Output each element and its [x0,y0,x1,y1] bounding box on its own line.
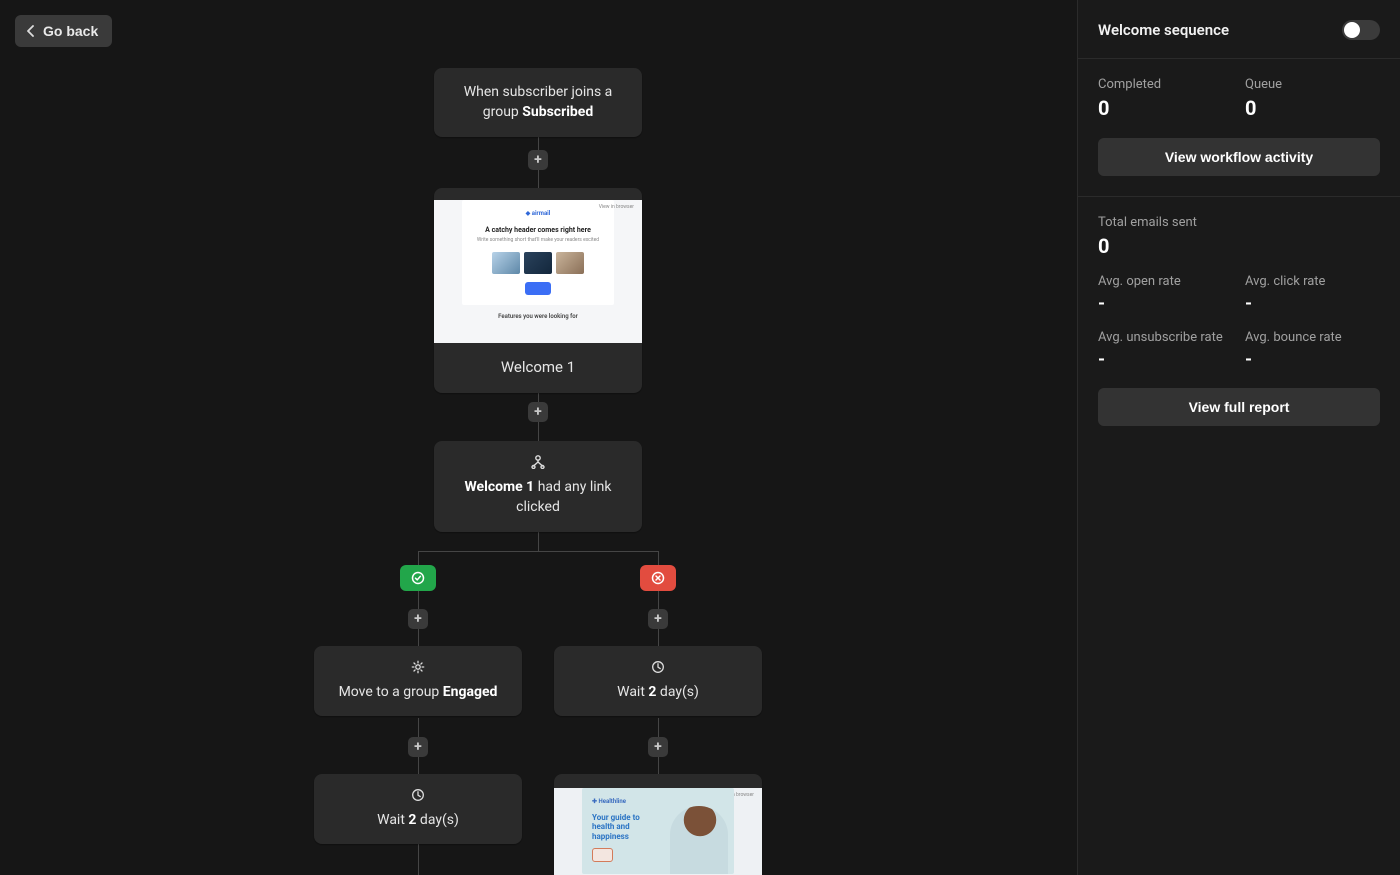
workflow-active-toggle[interactable] [1342,20,1380,40]
stat-queue: Queue 0 [1245,77,1380,120]
delay-node-right[interactable]: Wait 2 day(s) [554,646,762,716]
preview-sub: Write something short that'll make your … [470,237,606,244]
email-node-2[interactable]: View in browser ✚ Healthline Your guide … [554,774,762,875]
condition-yes-badge[interactable] [400,565,436,591]
stat-open-rate: Avg. open rate - [1098,274,1233,314]
condition-node[interactable]: Welcome 1 had any link clicked [434,441,642,532]
preview-brand: ◆ airmail [470,210,606,219]
stat-value: - [1245,349,1380,370]
x-circle-icon [651,571,665,585]
trigger-node[interactable]: When subscriber joins a group Subscribed [434,68,642,137]
stat-total-sent: Total emails sent 0 [1098,215,1380,258]
stat-unsub-rate: Avg. unsubscribe rate - [1098,330,1233,370]
add-step-button[interactable]: + [408,737,428,757]
connector [418,844,419,875]
stat-value: - [1098,293,1233,314]
preview-heading: A catchy header comes right here [470,225,606,235]
stats-sidebar: Welcome sequence Completed 0 Queue 0 Vie… [1077,0,1400,875]
email-node-welcome-1[interactable]: View in browser ◆ airmail A catchy heade… [434,188,642,393]
email-title: Welcome 1 [434,343,642,393]
workflow-canvas[interactable]: Go back When subscriber joins a group Su… [0,0,1077,875]
action-node-move-group[interactable]: Move to a group Engaged [314,646,522,716]
preview-footer: Features you were looking for [434,313,642,324]
stat-value: - [1098,349,1233,370]
wait-suffix: day(s) [416,812,458,828]
preview-hero-image [670,806,728,874]
trigger-group: Subscribed [522,104,593,120]
view-report-button[interactable]: View full report [1098,388,1380,426]
add-step-button[interactable]: + [648,609,668,629]
stat-value: 0 [1098,96,1233,120]
action-prefix: Move to a group [339,684,443,700]
wait-prefix: Wait [377,812,408,828]
preview-heading: Your guide to health and happiness [592,813,652,842]
stat-label: Avg. bounce rate [1245,330,1380,345]
add-step-button[interactable]: + [528,150,548,170]
stat-label: Total emails sent [1098,215,1380,230]
clock-icon [411,788,425,802]
connector [418,551,659,552]
email-preview: View in browser ✚ Healthline Your guide … [554,788,762,875]
stat-label: Avg. open rate [1098,274,1233,289]
stat-value: 0 [1245,96,1380,120]
condition-email-ref: Welcome 1 [465,479,535,495]
email-preview: View in browser ◆ airmail A catchy heade… [434,200,642,343]
stat-completed: Completed 0 [1098,77,1233,120]
preview-cta [525,282,551,295]
split-icon [530,455,546,469]
clock-icon [651,660,665,674]
action-group: Engaged [443,684,498,700]
stat-click-rate: Avg. click rate - [1245,274,1380,314]
preview-cta [592,848,613,861]
wait-suffix: day(s) [656,684,698,700]
gear-icon [411,660,425,674]
stat-label: Completed [1098,77,1233,92]
stat-value: - [1245,293,1380,314]
preview-badge: View in browser [599,204,634,211]
condition-no-badge[interactable] [640,565,676,591]
stat-label: Queue [1245,77,1380,92]
preview-brand: ✚ Healthline [592,798,724,807]
view-activity-button[interactable]: View workflow activity [1098,138,1380,176]
preview-images [470,252,606,274]
stat-bounce-rate: Avg. bounce rate - [1245,330,1380,370]
wait-prefix: Wait [617,684,648,700]
add-step-button[interactable]: + [528,402,548,422]
stat-value: 0 [1098,234,1380,258]
add-step-button[interactable]: + [408,609,428,629]
workflow-title: Welcome sequence [1098,21,1229,39]
check-circle-icon [411,571,425,585]
delay-node-left[interactable]: Wait 2 day(s) [314,774,522,844]
add-step-button[interactable]: + [648,737,668,757]
stat-label: Avg. click rate [1245,274,1380,289]
stat-label: Avg. unsubscribe rate [1098,330,1233,345]
